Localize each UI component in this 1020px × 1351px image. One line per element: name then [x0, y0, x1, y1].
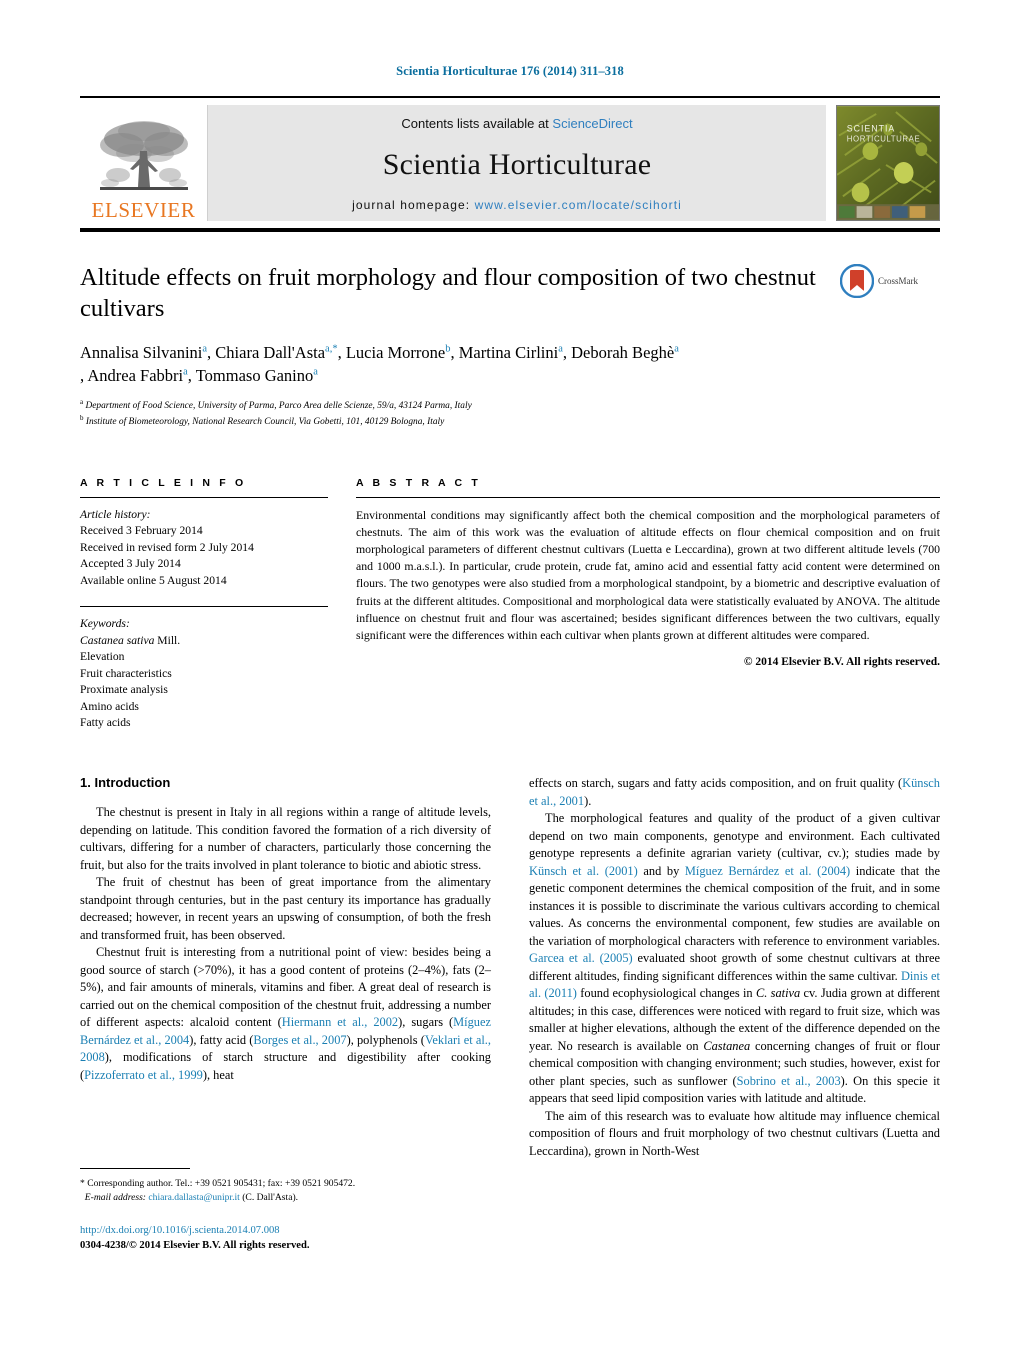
elsevier-tree-icon — [99, 121, 188, 190]
doi-block: http://dx.doi.org/10.1016/j.scienta.2014… — [80, 1223, 480, 1254]
svg-text:HORTICULTURAE: HORTICULTURAE — [847, 134, 920, 143]
contents-available-line: Contents lists available at ScienceDirec… — [401, 116, 632, 131]
email-owner: (C. Dall'Asta). — [242, 1192, 299, 1204]
keywords-list: Keywords: Castanea sativa Mill. Elevatio… — [80, 616, 328, 731]
author-line-1: Annalisa Silvaninia, Chiara Dall'Astaa,*… — [80, 342, 679, 362]
citation-link[interactable]: Míguez Bernárdez et al. (2004) — [685, 864, 850, 878]
sciencedirect-link[interactable]: ScienceDirect — [552, 116, 632, 131]
body-columns: 1. Introduction The chestnut is present … — [80, 775, 940, 1160]
footnote-block: * Corresponding author. Tel.: +39 0521 9… — [80, 1168, 480, 1254]
keyword-item: Castanea sativa Mill. — [80, 633, 181, 647]
abstract-rule — [356, 497, 940, 499]
keyword-item: Fruit characteristics — [80, 666, 172, 680]
running-head: Scientia Horticulturae 176 (2014) 311–31… — [396, 64, 624, 78]
journal-cover-image: SCIENTIA HORTICULTURAE — [836, 105, 940, 221]
body-column-right: effects on starch, sugars and fatty acid… — [529, 775, 940, 1160]
svg-text:SCIENTIA: SCIENTIA — [847, 124, 896, 134]
crossmark-badge[interactable]: CrossMark — [840, 262, 940, 298]
keyword-item: Proximate analysis — [80, 683, 168, 697]
masthead-bottom-rule — [80, 228, 940, 232]
affiliation-b: b Institute of Biometeorology, National … — [80, 413, 445, 427]
footnote-marker: * — [80, 1178, 85, 1189]
paragraph: The chestnut is present in Italy in all … — [80, 805, 491, 872]
author-line-2: , Andrea Fabbria, Tommaso Ganinoa — [80, 366, 318, 386]
keywords-rule — [80, 606, 328, 608]
article-info-heading: A R T I C L E I N F O — [80, 477, 247, 490]
abstract-heading: A B S T R A C T — [356, 477, 481, 490]
journal-masthead: ELSEVIER Contents lists available at Sci… — [80, 96, 940, 221]
citation-link[interactable]: Borges et al., 2007 — [253, 1033, 346, 1047]
journal-article-page: Scientia Horticulturae 176 (2014) 311–31… — [0, 0, 1020, 1351]
citation-link[interactable]: Garcea et al. (2005) — [529, 951, 633, 965]
citation-link[interactable]: Hiermann et al., 2002 — [282, 1015, 398, 1029]
crossmark-icon — [840, 264, 874, 298]
section-heading-introduction: 1. Introduction — [80, 775, 171, 791]
paragraph-tail-ecophys: found ecophysiological changes in C. sat… — [529, 986, 940, 1088]
corresponding-author-note: * Corresponding author. Tel.: +39 0521 9… — [80, 1177, 480, 1206]
affiliation-list: a Department of Food Science, University… — [80, 397, 940, 429]
homepage-prefix: journal homepage: — [352, 198, 475, 212]
email-label: E-mail address: — [84, 1192, 146, 1204]
keyword-item: Fatty acids — [80, 716, 131, 730]
paragraph: The fruit of chestnut has been of great … — [80, 875, 491, 942]
elsevier-logo: ELSEVIER — [80, 105, 208, 221]
keywords-label: Keywords: — [80, 617, 130, 631]
email-link[interactable]: chiara.dallasta@unipr.it — [148, 1192, 239, 1203]
issn-copyright-line: 0304-4238/© 2014 Elsevier B.V. All right… — [80, 1240, 310, 1252]
article-history: Article history: Received 3 February 201… — [80, 507, 328, 589]
title-row: Altitude effects on fruit morphology and… — [80, 262, 940, 325]
abstract-column: A B S T R A C T Environmental conditions… — [356, 477, 940, 731]
journal-title: Scientia Horticulturae — [382, 147, 652, 181]
history-item: Accepted 3 July 2014 — [80, 557, 181, 571]
citation-link[interactable]: Sobrino et al., 2003 — [737, 1074, 841, 1088]
author-list: Annalisa Silvaninia, Chiara Dall'Astaa,*… — [80, 341, 940, 388]
abstract-copyright: © 2014 Elsevier B.V. All rights reserved… — [743, 655, 940, 668]
article-history-label: Article history: — [80, 508, 151, 522]
body-column-left: 1. Introduction The chestnut is present … — [80, 775, 491, 1160]
info-abstract-section: A R T I C L E I N F O Article history: R… — [80, 477, 940, 731]
paragraph: The aim of this research was to evaluate… — [529, 1108, 940, 1158]
history-item: Received in revised form 2 July 2014 — [80, 540, 254, 554]
keyword-item: Elevation — [80, 650, 125, 664]
journal-cover-thumbnail: SCIENTIA HORTICULTURAE — [836, 105, 940, 221]
elsevier-wordmark: ELSEVIER — [91, 198, 196, 222]
article-info-rule — [80, 497, 328, 499]
citation-link[interactable]: Pizzoferrato et al., 1999 — [84, 1068, 203, 1082]
page-title: Altitude effects on fruit morphology and… — [80, 264, 816, 323]
doi-link[interactable]: http://dx.doi.org/10.1016/j.scienta.2014… — [80, 1225, 280, 1236]
journal-homepage-line: journal homepage: www.elsevier.com/locat… — [352, 198, 682, 212]
masthead-center: Contents lists available at ScienceDirec… — [208, 105, 826, 221]
journal-homepage-link[interactable]: www.elsevier.com/locate/scihorti — [475, 198, 682, 212]
history-item: Available online 5 August 2014 — [80, 573, 227, 587]
contents-prefix: Contents lists available at — [401, 116, 553, 131]
crossmark-label: CrossMark — [878, 276, 918, 286]
abstract-text: Environmental conditions may significant… — [356, 508, 940, 642]
footnote-rule — [80, 1168, 190, 1169]
affiliation-a: a Department of Food Science, University… — [80, 397, 472, 411]
paragraph-with-citations: Chestnut fruit is interesting from a nut… — [80, 945, 491, 1082]
paragraph-with-citations: The morphological features and quality o… — [529, 811, 941, 1106]
corresponding-author-text: Corresponding author. Tel.: +39 0521 905… — [87, 1178, 356, 1189]
paragraph-with-citations: effects on starch, sugars and fatty acid… — [529, 776, 940, 808]
keyword-item: Amino acids — [80, 699, 139, 713]
citation-link[interactable]: Künsch et al. (2001) — [529, 864, 638, 878]
history-item: Received 3 February 2014 — [80, 524, 203, 538]
article-info-column: A R T I C L E I N F O Article history: R… — [80, 477, 328, 731]
